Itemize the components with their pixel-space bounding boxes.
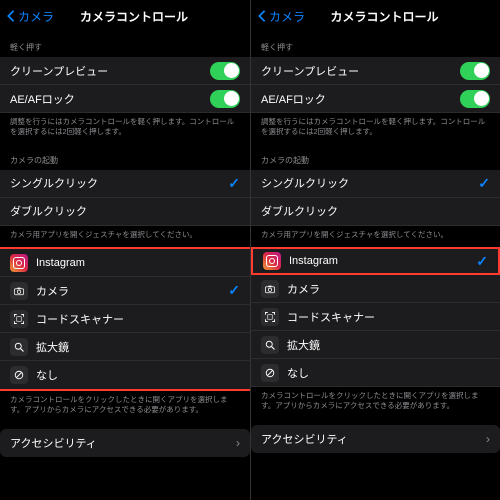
checkmark-icon: ✓ bbox=[478, 175, 490, 192]
section-label-launch: カメラの起動 bbox=[0, 145, 250, 170]
row-label: ダブルクリック bbox=[261, 203, 490, 219]
row-app-instagram[interactable]: Instagram ✓ bbox=[251, 247, 500, 275]
row-app-camera[interactable]: カメラ ✓ bbox=[0, 277, 250, 305]
chevron-right-icon: › bbox=[486, 432, 490, 446]
footer-launch: カメラ用アプリを開くジェスチャを選択してください。 bbox=[251, 226, 500, 248]
row-label: 拡大鏡 bbox=[36, 339, 240, 355]
row-label: コードスキャナー bbox=[287, 309, 490, 325]
row-accessibility[interactable]: アクセシビリティ › bbox=[0, 429, 250, 457]
footer-apps: カメラコントロールをクリックしたときに開くアプリを選択します。アプリからカメラに… bbox=[0, 391, 250, 423]
qr-icon bbox=[10, 310, 28, 328]
checkmark-icon: ✓ bbox=[476, 253, 488, 270]
qr-icon bbox=[261, 308, 279, 326]
row-label: ダブルクリック bbox=[10, 203, 240, 219]
row-label: アクセシビリティ bbox=[10, 435, 236, 451]
row-label: AE/AFロック bbox=[261, 91, 460, 107]
row-label: なし bbox=[36, 367, 240, 383]
row-label: Instagram bbox=[36, 257, 240, 269]
row-label: カメラ bbox=[287, 281, 490, 297]
magnifier-icon bbox=[261, 336, 279, 354]
toggle-on[interactable] bbox=[460, 90, 490, 108]
row-label: シングルクリック bbox=[261, 175, 478, 191]
checkmark-icon: ✓ bbox=[228, 175, 240, 192]
row-accessibility[interactable]: アクセシビリティ › bbox=[251, 425, 500, 453]
row-clean-preview[interactable]: クリーンプレビュー bbox=[251, 57, 500, 85]
row-app-codescanner[interactable]: コードスキャナー bbox=[0, 305, 250, 333]
settings-pane-left: カメラ カメラコントロール 軽く押す クリーンプレビュー AE/AFロック 調整… bbox=[0, 0, 250, 500]
row-app-codescanner[interactable]: コードスキャナー bbox=[251, 303, 500, 331]
none-icon bbox=[10, 366, 28, 384]
footer-apps: カメラコントロールをクリックしたときに開くアプリを選択します。アプリからカメラに… bbox=[251, 387, 500, 419]
nav-header: カメラ カメラコントロール bbox=[251, 0, 500, 32]
camera-icon bbox=[10, 282, 28, 300]
row-double-click[interactable]: ダブルクリック bbox=[251, 198, 500, 226]
row-ae-af-lock[interactable]: AE/AFロック bbox=[251, 85, 500, 113]
row-label: カメラ bbox=[36, 283, 228, 299]
footer-launch: カメラ用アプリを開くジェスチャを選択してください。 bbox=[0, 226, 250, 248]
magnifier-icon bbox=[10, 338, 28, 356]
row-clean-preview[interactable]: クリーンプレビュー bbox=[0, 57, 250, 85]
instagram-icon bbox=[263, 252, 281, 270]
row-label: なし bbox=[287, 365, 490, 381]
footer-lightpress: 調整を行うにはカメラコントロールを軽く押します。コントロールを選択するには2回軽… bbox=[0, 113, 250, 145]
toggle-on[interactable] bbox=[460, 62, 490, 80]
chevron-right-icon: › bbox=[236, 436, 240, 450]
nav-header: カメラ カメラコントロール bbox=[0, 0, 250, 32]
none-icon bbox=[261, 364, 279, 382]
instagram-icon bbox=[10, 254, 28, 272]
chevron-left-icon bbox=[257, 9, 267, 23]
row-double-click[interactable]: ダブルクリック bbox=[0, 198, 250, 226]
toggle-on[interactable] bbox=[210, 62, 240, 80]
row-app-none[interactable]: なし bbox=[0, 361, 250, 389]
row-app-magnifier[interactable]: 拡大鏡 bbox=[0, 333, 250, 361]
row-label: AE/AFロック bbox=[10, 91, 210, 107]
row-single-click[interactable]: シングルクリック ✓ bbox=[251, 170, 500, 198]
row-label: Instagram bbox=[289, 255, 476, 267]
section-label-lightpress: 軽く押す bbox=[0, 32, 250, 57]
page-title: カメラコントロール bbox=[24, 8, 244, 25]
row-app-instagram[interactable]: Instagram bbox=[0, 249, 250, 277]
row-app-none[interactable]: なし bbox=[251, 359, 500, 387]
chevron-left-icon bbox=[6, 9, 16, 23]
checkmark-icon: ✓ bbox=[228, 282, 240, 299]
section-label-lightpress: 軽く押す bbox=[251, 32, 500, 57]
row-ae-af-lock[interactable]: AE/AFロック bbox=[0, 85, 250, 113]
row-app-camera[interactable]: カメラ bbox=[251, 275, 500, 303]
toggle-on[interactable] bbox=[210, 90, 240, 108]
row-label: クリーンプレビュー bbox=[261, 63, 460, 79]
footer-lightpress: 調整を行うにはカメラコントロールを軽く押します。コントロールを選択するには2回軽… bbox=[251, 113, 500, 145]
row-label: シングルクリック bbox=[10, 175, 228, 191]
camera-icon bbox=[261, 280, 279, 298]
page-title: カメラコントロール bbox=[275, 8, 494, 25]
section-label-launch: カメラの起動 bbox=[251, 145, 500, 170]
row-label: アクセシビリティ bbox=[261, 431, 486, 447]
row-label: クリーンプレビュー bbox=[10, 63, 210, 79]
app-list-highlighted: Instagram カメラ ✓ コードスキャナー 拡大鏡 なし bbox=[0, 247, 250, 391]
row-single-click[interactable]: シングルクリック ✓ bbox=[0, 170, 250, 198]
settings-pane-right: カメラ カメラコントロール 軽く押す クリーンプレビュー AE/AFロック 調整… bbox=[250, 0, 500, 500]
row-label: コードスキャナー bbox=[36, 311, 240, 327]
row-label: 拡大鏡 bbox=[287, 337, 490, 353]
row-app-magnifier[interactable]: 拡大鏡 bbox=[251, 331, 500, 359]
